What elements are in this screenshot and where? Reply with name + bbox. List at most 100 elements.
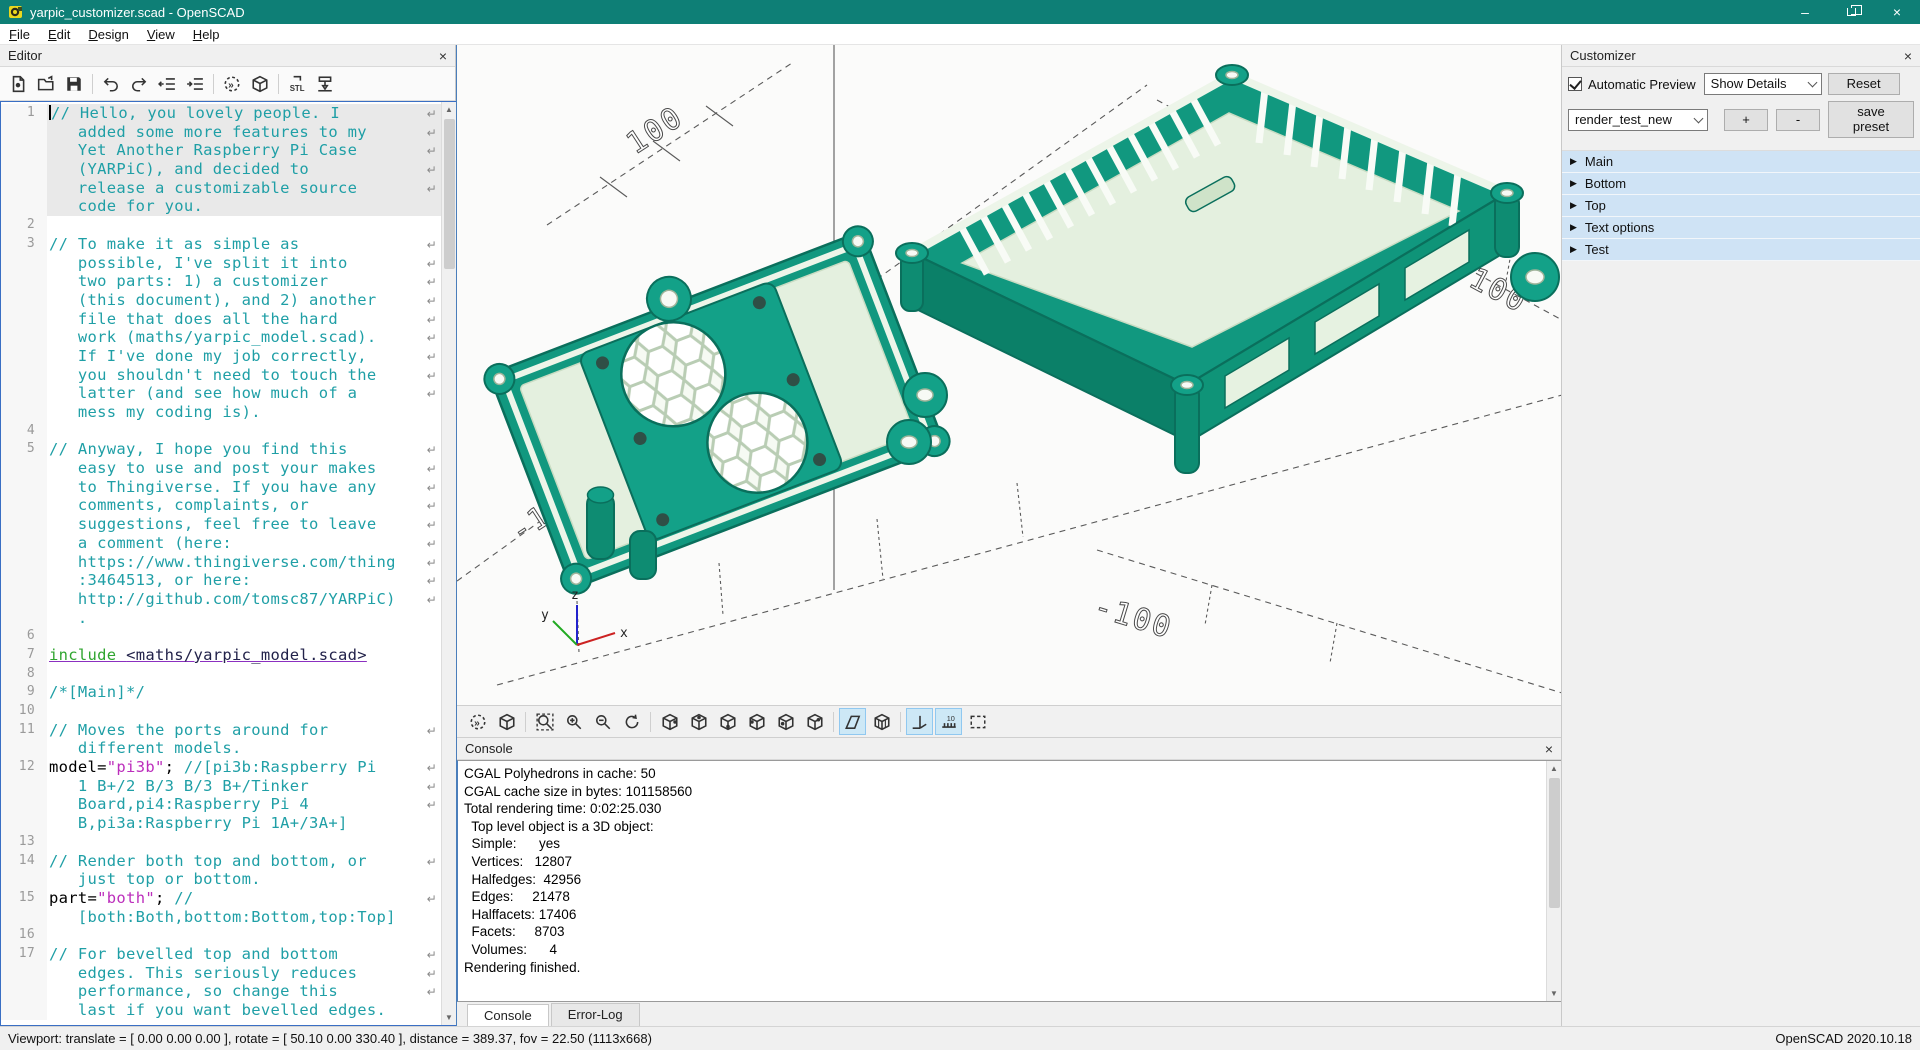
- save-icon[interactable]: [60, 70, 88, 98]
- view-right-icon[interactable]: [656, 708, 683, 735]
- show-axes-icon[interactable]: [906, 708, 933, 735]
- expand-triangle-icon[interactable]: ▶: [1570, 178, 1577, 189]
- show-details-dropdown[interactable]: Show Details: [1704, 73, 1822, 95]
- indent-icon[interactable]: [181, 70, 209, 98]
- code-line-text: // Anyway, I hope you find this↵: [47, 440, 441, 459]
- unindent-icon[interactable]: [153, 70, 181, 98]
- close-window-button[interactable]: ×: [1874, 0, 1920, 24]
- code-line-text: Yet Another Raspberry Pi Case↵: [47, 141, 441, 160]
- line-wrap-icon: ↵: [427, 161, 437, 180]
- show-scale-icon[interactable]: 10: [935, 708, 962, 735]
- scroll-up-icon[interactable]: ▲: [1547, 761, 1561, 776]
- menu-edit[interactable]: Edit: [39, 25, 79, 44]
- line-wrap-icon: ↵: [427, 142, 437, 161]
- line-number: 12: [1, 758, 47, 777]
- toolbar-separator: [213, 74, 214, 94]
- expand-triangle-icon[interactable]: ▶: [1570, 200, 1577, 211]
- tab-error-log[interactable]: Error-Log: [551, 1003, 640, 1026]
- line-wrap-icon: ↵: [427, 236, 437, 255]
- render-icon[interactable]: [246, 70, 274, 98]
- expand-triangle-icon[interactable]: ▶: [1570, 244, 1577, 255]
- group-label: Test: [1585, 242, 1609, 257]
- line-number: [1, 590, 47, 609]
- scroll-up-icon[interactable]: ▲: [442, 102, 456, 117]
- line-number: [1, 777, 47, 796]
- expand-triangle-icon[interactable]: ▶: [1570, 222, 1577, 233]
- code-row: edges. This seriously reduces↵: [1, 964, 441, 983]
- preview-icon[interactable]: »: [464, 708, 491, 735]
- editor-scrollbar[interactable]: ▲ ▼: [441, 102, 456, 1025]
- perspective-icon[interactable]: [839, 708, 866, 735]
- view-front-icon[interactable]: [772, 708, 799, 735]
- redo-icon[interactable]: [125, 70, 153, 98]
- view-all-icon[interactable]: [964, 708, 991, 735]
- line-number: 1: [1, 104, 47, 123]
- customizer-group-main[interactable]: ▶Main: [1562, 151, 1920, 173]
- line-number: [1, 366, 47, 385]
- code-line-text: release a customizable source↵: [47, 179, 441, 198]
- view-back-icon[interactable]: [801, 708, 828, 735]
- line-number: 8: [1, 665, 47, 684]
- editor-scroll-thumb[interactable]: [444, 119, 455, 269]
- code-row: 11// Moves the ports around for↵: [1, 721, 441, 740]
- customizer-group-text-options[interactable]: ▶Text options: [1562, 217, 1920, 239]
- customizer-group-top[interactable]: ▶Top: [1562, 195, 1920, 217]
- reset-view-icon[interactable]: [618, 708, 645, 735]
- preset-dropdown[interactable]: render_test_new: [1568, 109, 1708, 131]
- customizer-group-bottom[interactable]: ▶Bottom: [1562, 173, 1920, 195]
- line-number: [1, 1001, 47, 1020]
- view-bottom-icon[interactable]: [714, 708, 741, 735]
- console-close-icon[interactable]: ×: [1545, 742, 1553, 756]
- axis-label-z: z: [571, 588, 579, 603]
- code-line-text: .: [47, 609, 441, 628]
- add-preset-button[interactable]: +: [1724, 109, 1768, 131]
- editor-close-icon[interactable]: ×: [439, 49, 447, 63]
- zoom-out-icon[interactable]: [589, 708, 616, 735]
- line-wrap-icon: ↵: [427, 853, 437, 872]
- code-line-text: 1 B+/2 B/3 B/3 B+/Tinker↵: [47, 777, 441, 796]
- menu-design[interactable]: Design: [79, 25, 137, 44]
- open-folder-icon[interactable]: [32, 70, 60, 98]
- line-number: [1, 870, 47, 889]
- menu-view[interactable]: View: [138, 25, 184, 44]
- undo-icon[interactable]: [97, 70, 125, 98]
- svg-text:»: »: [474, 717, 480, 728]
- svg-text:STL: STL: [290, 83, 305, 92]
- new-document-icon[interactable]: [4, 70, 32, 98]
- scroll-down-icon[interactable]: ▼: [1547, 986, 1561, 1001]
- remove-preset-button[interactable]: -: [1776, 109, 1820, 131]
- code-row: mess my coding is).: [1, 403, 441, 422]
- preview-icon[interactable]: »: [218, 70, 246, 98]
- 3d-viewport[interactable]: 100 -100 -100 100: [457, 45, 1562, 705]
- customizer-group-test[interactable]: ▶ Test: [1562, 239, 1920, 261]
- view-top-icon[interactable]: [685, 708, 712, 735]
- save-preset-button[interactable]: save preset: [1828, 101, 1914, 138]
- export-stl-icon[interactable]: STL: [283, 70, 311, 98]
- menu-file[interactable]: File: [0, 25, 39, 44]
- console-output[interactable]: CGAL Polyhedrons in cache: 50CGAL cache …: [457, 760, 1562, 1002]
- render-icon[interactable]: [493, 708, 520, 735]
- restore-button[interactable]: [1828, 0, 1874, 24]
- customizer-panel-header: Customizer ×: [1562, 45, 1920, 67]
- line-wrap-icon: ↵: [427, 759, 437, 778]
- console-tab-bar: ConsoleError-Log: [457, 1002, 1561, 1026]
- expand-triangle-icon[interactable]: ▶: [1570, 156, 1577, 167]
- minimize-button[interactable]: –: [1782, 0, 1828, 24]
- tab-console[interactable]: Console: [467, 1004, 549, 1027]
- reset-button[interactable]: Reset: [1828, 73, 1900, 95]
- zoom-all-icon[interactable]: [531, 708, 558, 735]
- customizer-close-icon[interactable]: ×: [1904, 49, 1912, 63]
- scroll-down-icon[interactable]: ▼: [442, 1010, 456, 1025]
- console-line: Simple: yes: [464, 835, 1561, 853]
- menu-help[interactable]: Help: [184, 25, 229, 44]
- zoom-in-icon[interactable]: [560, 708, 587, 735]
- print-3d-icon[interactable]: [311, 70, 339, 98]
- view-left-icon[interactable]: [743, 708, 770, 735]
- console-scroll-thumb[interactable]: [1549, 778, 1560, 908]
- code-line-text: added some more features to my↵: [47, 123, 441, 142]
- orthogonal-icon[interactable]: [868, 708, 895, 735]
- code-line-text: [47, 926, 441, 945]
- code-editor[interactable]: 1// Hello, you lovely people. I↵ added s…: [0, 101, 456, 1026]
- console-scrollbar[interactable]: ▲ ▼: [1546, 761, 1561, 1001]
- automatic-preview-checkbox[interactable]: [1568, 77, 1582, 91]
